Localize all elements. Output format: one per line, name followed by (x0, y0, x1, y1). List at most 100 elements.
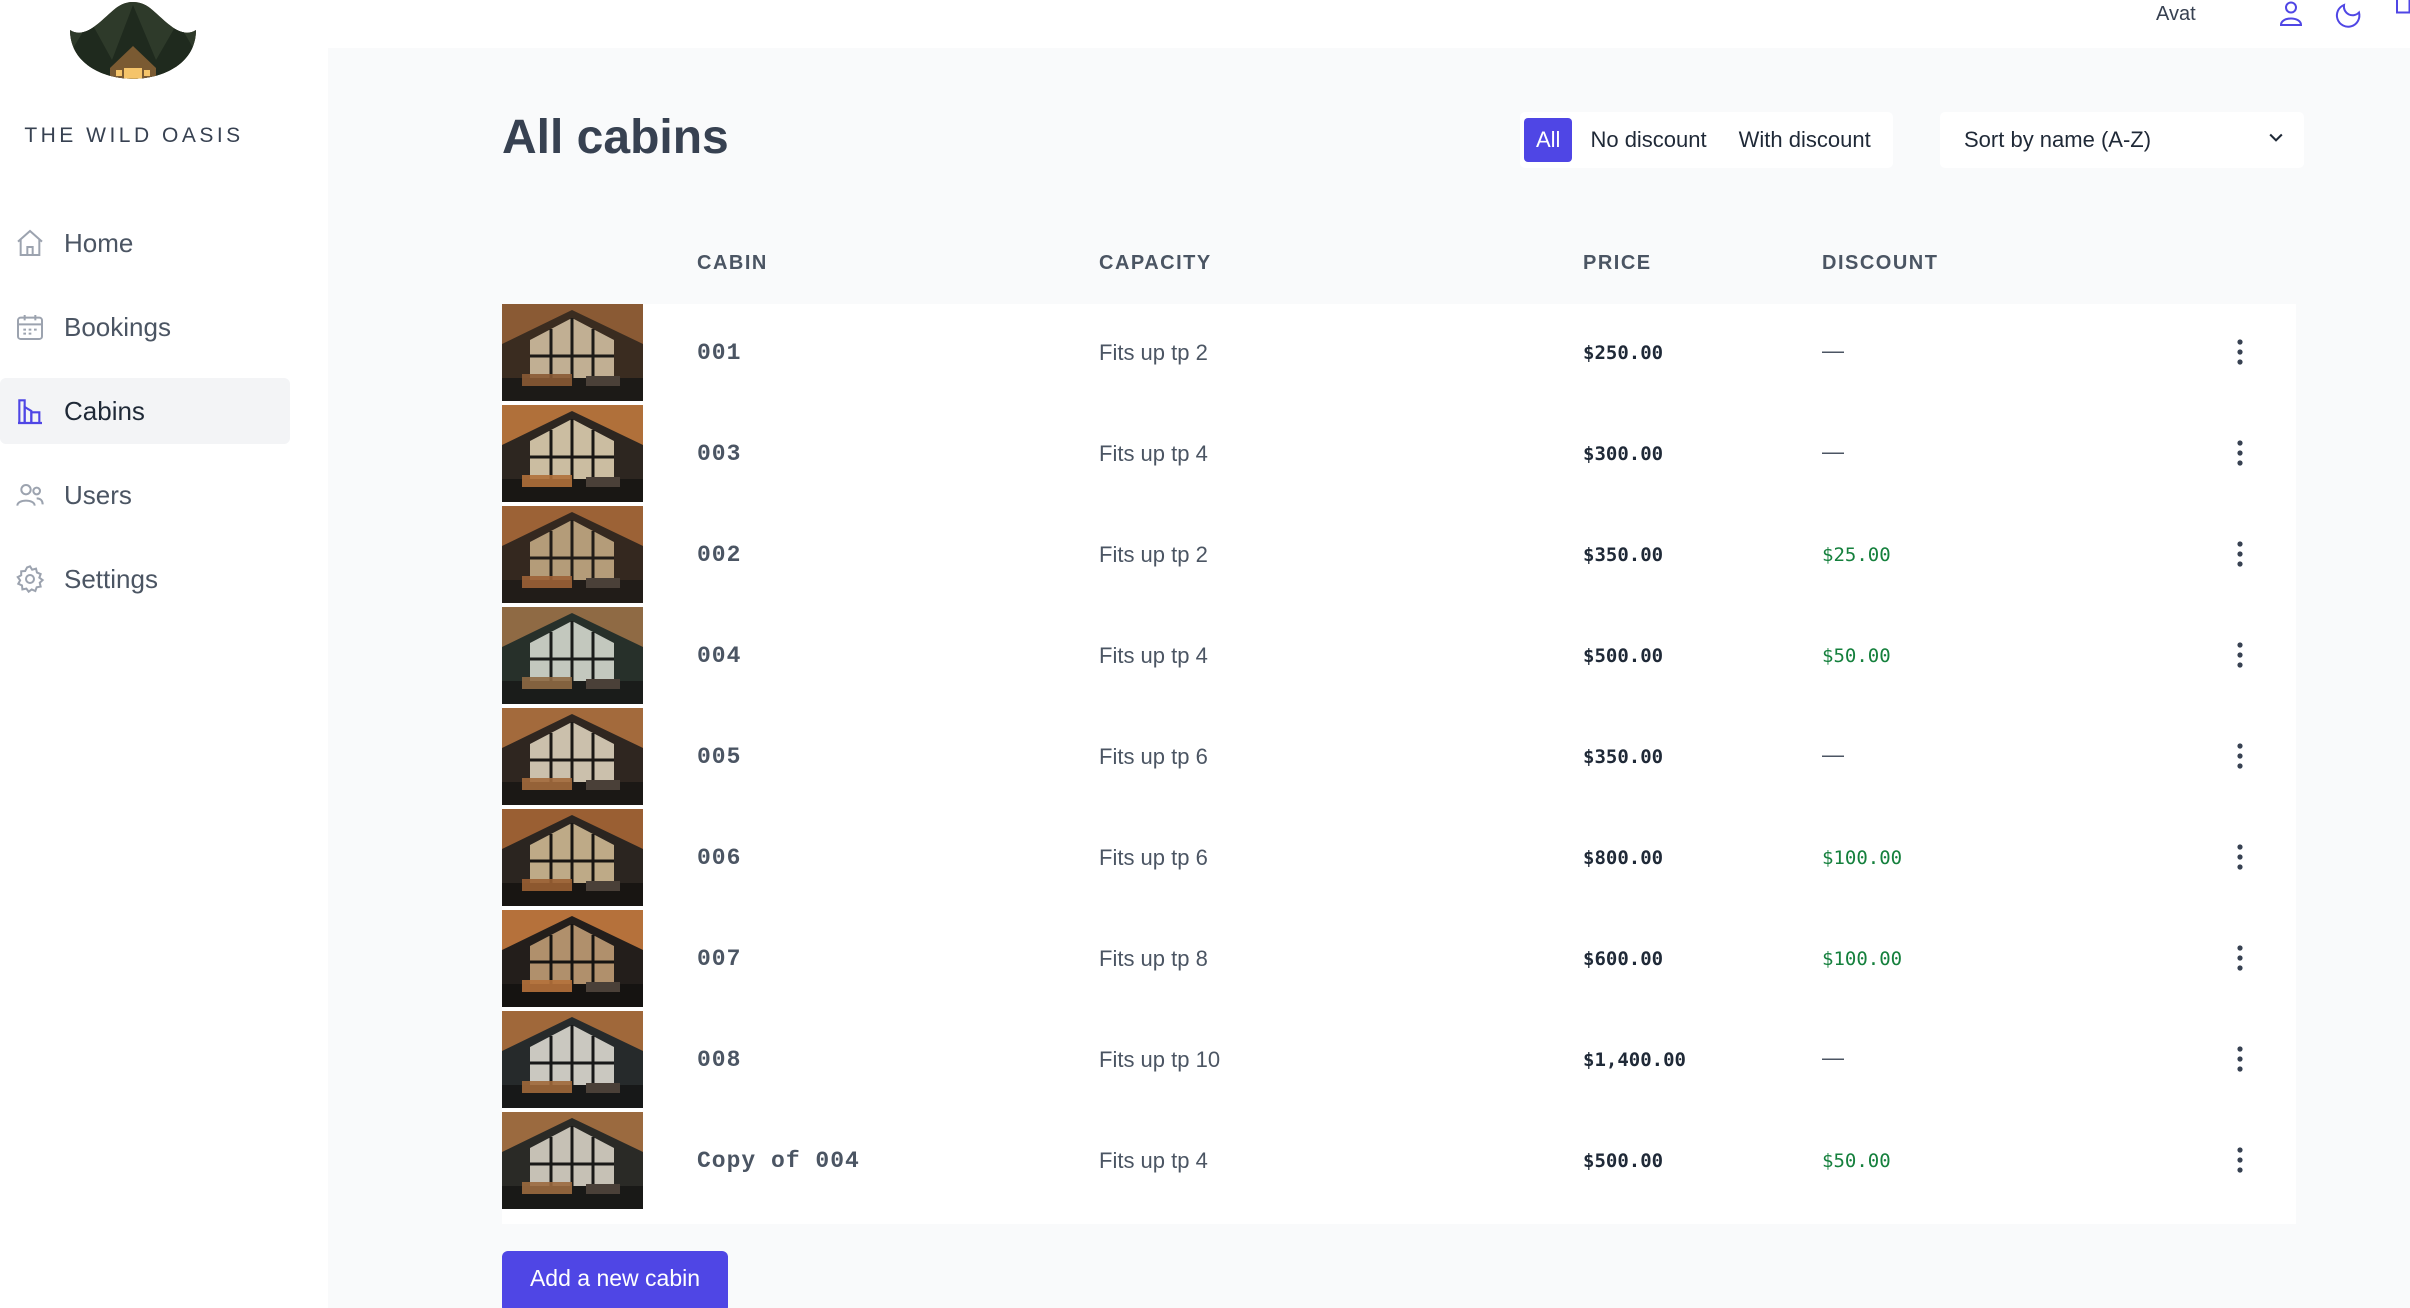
nav-label: Settings (64, 563, 158, 594)
cabin-capacity: Fits up tp 4 (1099, 1148, 1208, 1173)
moon-icon[interactable] (2334, 0, 2364, 28)
row-menu-icon[interactable] (2234, 1142, 2246, 1178)
table-row: 006 Fits up tp 6 $800.00 $100.00 (502, 809, 2296, 910)
cabin-discount: — (1822, 742, 1844, 767)
cabin-discount: $50.00 (1822, 645, 1891, 667)
column-header-cabin: CABIN (697, 252, 768, 274)
cabin-capacity: Fits up tp 8 (1099, 946, 1208, 971)
row-menu-icon[interactable] (2234, 334, 2246, 370)
brand-name: THE WILD OASIS (24, 124, 244, 147)
cabin-name: 002 (697, 542, 742, 568)
calendar-icon (14, 311, 46, 343)
discount-filter: All No discount With discount (1520, 112, 1893, 168)
add-cabin-button[interactable]: Add a new cabin (502, 1251, 728, 1308)
cabin-discount: $100.00 (1822, 847, 1903, 869)
cabin-capacity: Fits up tp 6 (1099, 845, 1208, 870)
table-row: 004 Fits up tp 4 $500.00 $50.00 (502, 607, 2296, 708)
filter-no-discount-button[interactable]: No discount (1576, 118, 1720, 162)
home-icon (14, 227, 46, 259)
nav-item-users[interactable]: Users (0, 462, 290, 528)
cabin-name: 001 (697, 340, 742, 366)
cabin-name: Copy of 004 (697, 1148, 860, 1174)
cabin-price: $500.00 (1583, 645, 1664, 667)
row-menu-icon[interactable] (2234, 536, 2246, 572)
row-menu-icon[interactable] (2234, 839, 2246, 875)
row-menu-icon[interactable] (2234, 435, 2246, 471)
cabin-capacity: Fits up tp 6 (1099, 744, 1208, 769)
table-row: 001 Fits up tp 2 $250.00 — (502, 304, 2296, 405)
cabin-discount: $50.00 (1822, 1150, 1891, 1172)
table-header: CABIN CAPACITY PRICE DISCOUNT (502, 240, 2296, 290)
cabin-thumbnail (502, 910, 643, 1007)
table-row: 008 Fits up tp 10 $1,400.00 — (502, 1011, 2296, 1112)
table-row: Copy of 004 Fits up tp 4 $500.00 $50.00 (502, 1112, 2296, 1213)
cabins-table: 001 Fits up tp 2 $250.00 — 003 Fits up tp 4 $3… (502, 304, 2296, 1224)
cabin-capacity: Fits up tp 2 (1099, 542, 1208, 567)
filter-all-button[interactable]: All (1524, 118, 1573, 162)
cabin-thumbnail (502, 304, 643, 401)
nav-label: Home (64, 227, 134, 258)
sort-selected-value: Sort by name (A-Z) (1964, 127, 2152, 152)
cabin-thumbnail (502, 607, 643, 704)
cabin-capacity: Fits up tp 2 (1099, 340, 1208, 365)
cabin-capacity: Fits up tp 4 (1099, 441, 1208, 466)
nav-label: Cabins (64, 395, 145, 426)
cabin-thumbnail (502, 506, 643, 603)
cabin-price: $250.00 (1583, 342, 1664, 364)
cabin-name: 004 (697, 643, 742, 669)
table-row: 007 Fits up tp 8 $600.00 $100.00 (502, 910, 2296, 1011)
cabin-price: $1,400.00 (1583, 1049, 1686, 1071)
cabin-thumbnail (502, 809, 643, 906)
cabin-discount: $100.00 (1822, 948, 1903, 970)
users-icon (14, 479, 46, 511)
cabins-icon (14, 395, 46, 427)
cabin-price: $500.00 (1583, 1150, 1664, 1172)
nav-item-cabins[interactable]: Cabins (0, 378, 290, 444)
cabin-capacity: Fits up tp 10 (1099, 1047, 1221, 1072)
filter-with-discount-button[interactable]: With discount (1725, 118, 1885, 162)
cabin-name: 008 (697, 1047, 742, 1073)
cabin-price: $300.00 (1583, 443, 1664, 465)
main-nav: Home Bookings Cabins Users Settings (0, 210, 290, 630)
logo[interactable] (60, 0, 206, 110)
settings-icon (14, 563, 46, 595)
row-menu-icon[interactable] (2234, 940, 2246, 976)
cabin-name: 005 (697, 744, 742, 770)
cabin-discount: — (1822, 338, 1844, 363)
user-icon[interactable] (2276, 0, 2306, 26)
column-header-capacity: CAPACITY (1099, 252, 1212, 274)
nav-label: Users (64, 479, 132, 510)
row-menu-icon[interactable] (2234, 1041, 2246, 1077)
cabin-discount: — (1822, 439, 1844, 464)
cabin-name: 003 (697, 441, 742, 467)
top-header: Avat (328, 0, 2410, 48)
table-row: 005 Fits up tp 6 $350.00 — (502, 708, 2296, 809)
cabin-price: $800.00 (1583, 847, 1664, 869)
cabin-discount: — (1822, 1045, 1844, 1070)
nav-item-settings[interactable]: Settings (0, 546, 290, 612)
page-title: All cabins (502, 111, 729, 164)
sort-select[interactable]: Sort by name (A-Z) (1940, 112, 2304, 168)
column-header-discount: DISCOUNT (1822, 252, 1939, 274)
logo-image (70, 2, 196, 79)
row-menu-icon[interactable] (2234, 738, 2246, 774)
nav-item-bookings[interactable]: Bookings (0, 294, 290, 360)
cabin-price: $350.00 (1583, 746, 1664, 768)
cabin-thumbnail (502, 1011, 643, 1108)
cabin-thumbnail (502, 708, 643, 805)
cabin-capacity: Fits up tp 4 (1099, 643, 1208, 668)
nav-item-home[interactable]: Home (0, 210, 290, 276)
cabin-price: $350.00 (1583, 544, 1664, 566)
chevron-down-icon (2266, 127, 2286, 153)
cabin-thumbnail (502, 1112, 643, 1209)
cabin-name: 007 (697, 946, 742, 972)
logout-icon[interactable] (2392, 0, 2410, 20)
row-menu-icon[interactable] (2234, 637, 2246, 673)
cabin-name: 006 (697, 845, 742, 871)
cabin-price: $600.00 (1583, 948, 1664, 970)
cabin-thumbnail (502, 405, 643, 502)
column-header-price: PRICE (1583, 252, 1652, 274)
sidebar: THE WILD OASIS Home Bookings Cabins User… (0, 0, 328, 1308)
table-row: 003 Fits up tp 4 $300.00 — (502, 405, 2296, 506)
user-name: Avat (2156, 3, 2196, 25)
